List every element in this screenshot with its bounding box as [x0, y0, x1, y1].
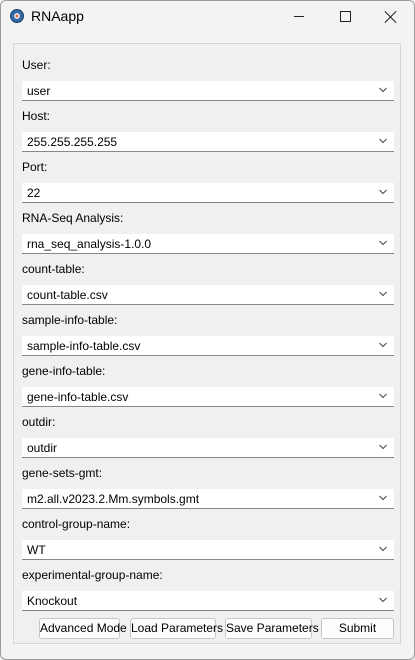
count-table-value: count-table.csv	[27, 288, 108, 302]
gene-info-table-label: gene-info-table:	[22, 364, 106, 378]
sample-info-table-dropdown[interactable]: sample-info-table.csv	[22, 336, 394, 356]
field-host: Host: 255.255.255.255	[14, 108, 402, 159]
action-buttons: Advanced Mode Load Parameters Save Param…	[14, 618, 402, 639]
port-value: 22	[27, 186, 41, 200]
close-button[interactable]	[368, 1, 414, 32]
count-table-dropdown[interactable]: count-table.csv	[22, 285, 394, 305]
field-experimental-group-name: experimental-group-name: Knockout	[14, 567, 402, 618]
experimental-group-name-dropdown[interactable]: Knockout	[22, 591, 394, 611]
field-outdir: outdir: outdir	[14, 414, 402, 465]
chevron-down-icon	[379, 240, 387, 246]
chevron-down-icon	[379, 444, 387, 450]
port-label: Port:	[22, 160, 48, 174]
maximize-button[interactable]	[322, 1, 368, 32]
title-bar[interactable]: RNAapp	[1, 1, 414, 32]
count-table-label: count-table:	[22, 262, 85, 276]
field-port: Port: 22	[14, 159, 402, 210]
host-value: 255.255.255.255	[27, 135, 118, 149]
maximize-icon	[340, 11, 351, 22]
rna-seq-analysis-value: rna_seq_analysis-1.0.0	[27, 237, 152, 251]
field-sample-info-table: sample-info-table: sample-info-table.csv	[14, 312, 402, 363]
user-dropdown[interactable]: user	[22, 81, 394, 101]
window-title: RNAapp	[31, 8, 84, 24]
user-label: User:	[22, 58, 51, 72]
field-user: User: user	[14, 57, 402, 108]
close-icon	[384, 10, 398, 24]
control-group-name-dropdown[interactable]: WT	[22, 540, 394, 560]
chevron-down-icon	[379, 495, 387, 501]
gene-info-table-value: gene-info-table.csv	[27, 390, 129, 404]
chevron-down-icon	[379, 189, 387, 195]
host-dropdown[interactable]: 255.255.255.255	[22, 132, 394, 152]
outdir-dropdown[interactable]: outdir	[22, 438, 394, 458]
gene-sets-gmt-value: m2.all.v2023.2.Mm.symbols.gmt	[27, 492, 200, 506]
save-parameters-button[interactable]: Save Parameters	[225, 618, 319, 639]
control-group-name-label: control-group-name:	[22, 517, 131, 531]
app-window: RNAapp User: user Host: 255.255.255.255	[0, 0, 415, 660]
outdir-value: outdir	[27, 441, 58, 455]
gene-sets-gmt-label: gene-sets-gmt:	[22, 466, 103, 480]
chevron-down-icon	[379, 87, 387, 93]
load-parameters-button[interactable]: Load Parameters	[130, 618, 223, 639]
app-logo-icon	[10, 9, 24, 23]
chevron-down-icon	[379, 342, 387, 348]
control-group-name-value: WT	[27, 543, 46, 557]
host-label: Host:	[22, 109, 51, 123]
chevron-down-icon	[379, 546, 387, 552]
chevron-down-icon	[379, 597, 387, 603]
user-value: user	[27, 84, 51, 98]
field-gene-sets-gmt: gene-sets-gmt: m2.all.v2023.2.Mm.symbols…	[14, 465, 402, 516]
chevron-down-icon	[379, 393, 387, 399]
gene-sets-gmt-dropdown[interactable]: m2.all.v2023.2.Mm.symbols.gmt	[22, 489, 394, 509]
outdir-label: outdir:	[22, 415, 56, 429]
experimental-group-name-label: experimental-group-name:	[22, 568, 163, 582]
rna-seq-analysis-label: RNA-Seq Analysis:	[22, 211, 124, 225]
gene-info-table-dropdown[interactable]: gene-info-table.csv	[22, 387, 394, 407]
chevron-down-icon	[379, 291, 387, 297]
field-count-table: count-table: count-table.csv	[14, 261, 402, 312]
chevron-down-icon	[379, 138, 387, 144]
parameters-form: User: user Host: 255.255.255.255 Port: 2…	[13, 43, 401, 644]
experimental-group-name-value: Knockout	[27, 594, 78, 608]
sample-info-table-label: sample-info-table:	[22, 313, 118, 327]
submit-button[interactable]: Submit	[321, 618, 394, 639]
sample-info-table-value: sample-info-table.csv	[27, 339, 141, 353]
field-rna-seq-analysis: RNA-Seq Analysis: rna_seq_analysis-1.0.0	[14, 210, 402, 261]
minimize-button[interactable]	[276, 1, 322, 32]
field-control-group-name: control-group-name: WT	[14, 516, 402, 567]
rna-seq-analysis-dropdown[interactable]: rna_seq_analysis-1.0.0	[22, 234, 394, 254]
port-dropdown[interactable]: 22	[22, 183, 394, 203]
minimize-icon	[294, 16, 304, 17]
advanced-mode-button[interactable]: Advanced Mode	[39, 618, 127, 639]
field-gene-info-table: gene-info-table: gene-info-table.csv	[14, 363, 402, 414]
